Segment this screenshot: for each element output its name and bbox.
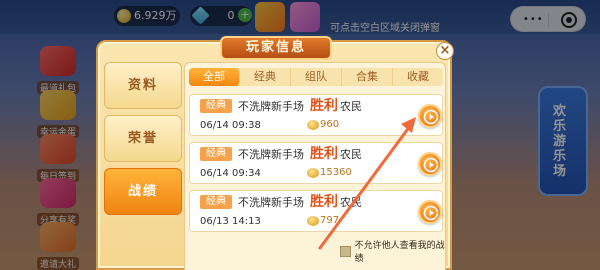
filter-tabs: 全部 经典 组队 合集 收藏 (189, 68, 443, 86)
dialog-title: 玩家信息 (220, 36, 332, 60)
play-icon (423, 205, 439, 221)
match-result: 胜利 (310, 146, 338, 162)
play-icon (423, 157, 439, 173)
coin-icon (307, 216, 319, 226)
match-time: 14:13 (232, 216, 261, 227)
match-date: 06/14 (200, 168, 229, 179)
privacy-checkbox[interactable] (340, 245, 351, 257)
tab-all[interactable]: 全部 (189, 68, 240, 86)
player-role: 农民 (340, 196, 362, 209)
tab-favorite[interactable]: 收藏 (393, 68, 443, 86)
privacy-option[interactable]: 不允许他人查看我的战绩 (340, 241, 450, 264)
tab-team[interactable]: 组队 (291, 68, 342, 86)
player-info-dialog: 玩家信息 × 资料 荣誉 战绩 全部 经典 组队 合集 收藏 经典 不洗牌新手场… (96, 36, 454, 270)
record-card[interactable]: 经典 不洗牌新手场 胜利 农民 06/14 09:38 960 (189, 94, 443, 136)
nav-profile[interactable]: 资料 (104, 62, 182, 109)
player-role: 农民 (340, 148, 362, 161)
mode-badge: 经典 (200, 195, 232, 209)
coin-icon (307, 120, 319, 130)
mode-badge: 经典 (200, 99, 232, 113)
room-name: 不洗牌新手场 (238, 148, 304, 161)
room-name: 不洗牌新手场 (238, 100, 304, 113)
close-icon: × (439, 43, 451, 58)
tab-classic[interactable]: 经典 (240, 68, 291, 86)
replay-button[interactable] (418, 104, 442, 128)
match-result: 胜利 (310, 98, 338, 114)
nav-record[interactable]: 战绩 (104, 168, 182, 215)
match-result: 胜利 (310, 194, 338, 210)
score-value: 960 (320, 119, 340, 130)
player-role: 农民 (340, 100, 362, 113)
replay-button[interactable] (418, 152, 442, 176)
coin-icon (307, 168, 319, 178)
close-button[interactable]: × (436, 42, 454, 60)
nav-honor[interactable]: 荣誉 (104, 115, 182, 162)
replay-button[interactable] (418, 200, 442, 224)
play-icon (423, 109, 439, 125)
record-card[interactable]: 经典 不洗牌新手场 胜利 农民 06/14 09:34 15360 (189, 142, 443, 184)
room-name: 不洗牌新手场 (238, 196, 304, 209)
record-card[interactable]: 经典 不洗牌新手场 胜利 农民 06/13 14:13 797 (189, 190, 443, 232)
match-time: 09:38 (232, 120, 261, 131)
side-nav: 资料 荣誉 战绩 (104, 62, 182, 221)
tab-collection[interactable]: 合集 (342, 68, 393, 86)
match-time: 09:34 (232, 168, 261, 179)
match-date: 06/14 (200, 120, 229, 131)
mode-badge: 经典 (200, 147, 232, 161)
match-date: 06/13 (200, 216, 229, 227)
score-value: 15360 (320, 167, 352, 178)
privacy-label: 不允许他人查看我的战绩 (354, 241, 445, 264)
score-value: 797 (320, 215, 340, 226)
